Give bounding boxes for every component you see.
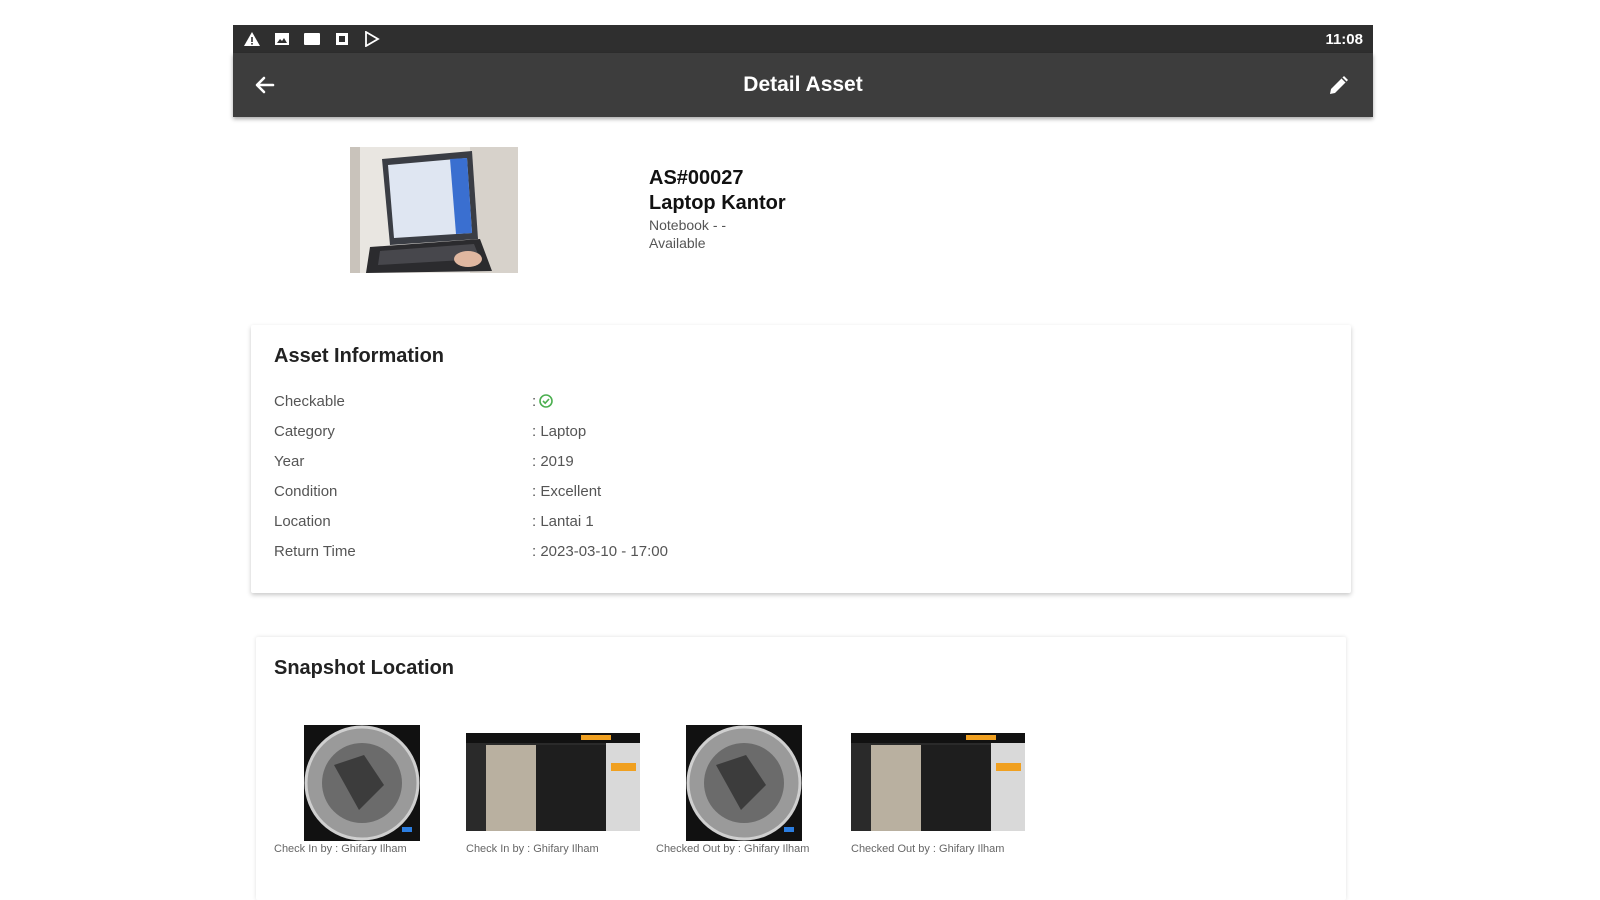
info-label: Category	[274, 423, 335, 440]
info-value: : Laptop	[532, 423, 587, 440]
info-value: : 2019	[532, 453, 574, 470]
asset-header: AS#00027 Laptop Kantor Notebook - - Avai…	[649, 166, 786, 252]
status-icons	[243, 31, 381, 47]
info-label: Checkable	[274, 393, 345, 410]
asset-photo	[350, 147, 518, 273]
info-label: Return Time	[274, 543, 356, 560]
app-screen: 11:08 Detail Asset AS#00027 Laptop Kanto…	[233, 25, 1373, 900]
snapshot-location-card: Snapshot Location Check In by : Ghifary …	[256, 637, 1346, 900]
status-bar: 11:08	[233, 25, 1373, 53]
snapshot-image[interactable]	[304, 725, 420, 841]
snapshot-caption: Checked Out by : Ghifary Ilham	[656, 843, 810, 855]
check-circle-icon	[539, 394, 553, 412]
app-bar: Detail Asset	[233, 53, 1373, 117]
asset-status: Available	[649, 235, 706, 251]
info-label: Condition	[274, 483, 338, 500]
snapshot-image[interactable]	[686, 725, 802, 841]
snapshot-location-title: Snapshot Location	[274, 657, 454, 679]
info-value: : Lantai 1	[532, 513, 594, 530]
asset-code: AS#00027	[649, 167, 744, 189]
snapshot-caption: Check In by : Ghifary Ilham	[466, 843, 599, 855]
info-label: Location	[274, 513, 331, 530]
info-value: :	[532, 393, 553, 412]
info-label: Year	[274, 453, 305, 470]
square-icon	[333, 31, 351, 47]
asset-information-title: Asset Information	[274, 345, 445, 367]
image-icon	[273, 31, 291, 47]
pencil-icon[interactable]	[1325, 71, 1353, 99]
asset-information-card: Asset Information Checkable : Category :…	[251, 325, 1351, 593]
asset-subtitle: Notebook - -	[649, 217, 727, 233]
page-title: Detail Asset	[743, 73, 863, 96]
snapshot-image[interactable]	[466, 733, 640, 831]
asset-name: Laptop Kantor	[649, 192, 786, 214]
snapshot-caption: Check In by : Ghifary Ilham	[274, 843, 407, 855]
status-time: 11:08	[1325, 30, 1363, 48]
snapshot-caption: Checked Out by : Ghifary Ilham	[851, 843, 1005, 855]
play-store-icon	[363, 31, 381, 47]
info-value: : Excellent	[532, 483, 602, 500]
info-value-text: :	[532, 393, 537, 410]
snapshot-image[interactable]	[851, 733, 1025, 831]
warning-icon	[243, 31, 261, 47]
message-icon	[303, 31, 321, 47]
info-value: : 2023-03-10 - 17:00	[532, 543, 668, 560]
